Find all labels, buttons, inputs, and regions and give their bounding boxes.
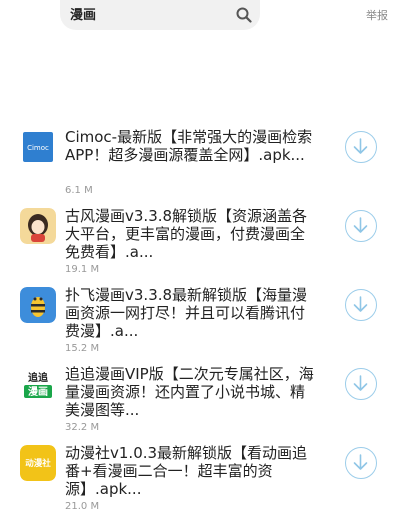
download-button[interactable] <box>345 368 377 400</box>
app-title[interactable]: 扑飞漫画v3.3.8最新解锁版【海量漫画资源一网打尽！并且可以看腾讯付费漫】.a… <box>65 286 315 340</box>
app-title[interactable]: 追追漫画VIP版【二次元专属社区，海量漫画资源！还内置了小说书城、精美漫图等..… <box>65 365 315 419</box>
app-size: 32.2 M <box>65 422 100 433</box>
app-icon-label: 追追 <box>28 371 49 384</box>
app-icon-label: 漫画 <box>28 386 48 398</box>
download-button[interactable] <box>345 447 377 479</box>
app-title[interactable]: 古风漫画v3.3.8解锁版【资源涵盖各大平台，更丰富的漫画，付费漫画全免费看】.… <box>65 207 315 261</box>
download-arrow-icon <box>353 296 368 312</box>
search-input[interactable] <box>70 6 220 21</box>
download-button[interactable] <box>345 210 377 242</box>
download-arrow-icon <box>353 138 368 154</box>
cimoc-app-icon[interactable]: Cimoc <box>20 129 56 165</box>
list-item[interactable]: 追追 漫画 追追漫画VIP版【二次元专属社区，海量漫画资源！还内置了小说书城、精… <box>0 359 400 438</box>
app-icon-label: Cimoc <box>27 144 49 152</box>
dongmanshe-app-icon[interactable]: 动漫社 <box>20 445 56 481</box>
app-title[interactable]: 动漫社v1.0.3最新解锁版【看动画追番+看漫画二合一！超丰富的资源】.apk.… <box>65 444 315 498</box>
app-icon-label: 动漫社 <box>25 458 51 469</box>
app-size: 6.1 M <box>65 185 93 196</box>
search-bar[interactable] <box>60 0 260 30</box>
result-list: Cimoc Cimoc-最新版【非常强大的漫画检索APP！超多漫画源覆盖全网】.… <box>0 122 400 517</box>
download-arrow-icon <box>353 217 368 233</box>
list-item[interactable]: 动漫社 动漫社v1.0.3最新解锁版【看动画追番+看漫画二合一！超丰富的资源】.… <box>0 438 400 517</box>
download-button[interactable] <box>345 131 377 163</box>
pufei-manga-app-icon[interactable] <box>20 287 56 323</box>
report-link[interactable]: 举报 <box>366 7 388 23</box>
gufeng-manga-app-icon[interactable] <box>20 208 56 244</box>
app-size: 15.2 M <box>65 343 100 354</box>
list-item[interactable]: 古风漫画v3.3.8解锁版【资源涵盖各大平台，更丰富的漫画，付费漫画全免费看】.… <box>0 201 400 280</box>
zhuizhui-manga-app-icon[interactable]: 追追 漫画 <box>20 366 56 402</box>
download-arrow-icon <box>353 375 368 391</box>
app-size: 21.0 M <box>65 501 100 512</box>
app-title[interactable]: Cimoc-最新版【非常强大的漫画检索APP！超多漫画源覆盖全网】.apk... <box>65 128 315 164</box>
app-size: 19.1 M <box>65 264 100 275</box>
list-item[interactable]: 扑飞漫画v3.3.8最新解锁版【海量漫画资源一网打尽！并且可以看腾讯付费漫】.a… <box>0 280 400 359</box>
download-button[interactable] <box>345 289 377 321</box>
search-icon[interactable] <box>236 7 252 23</box>
list-item[interactable]: Cimoc Cimoc-最新版【非常强大的漫画检索APP！超多漫画源覆盖全网】.… <box>0 122 400 201</box>
download-arrow-icon <box>353 454 368 470</box>
